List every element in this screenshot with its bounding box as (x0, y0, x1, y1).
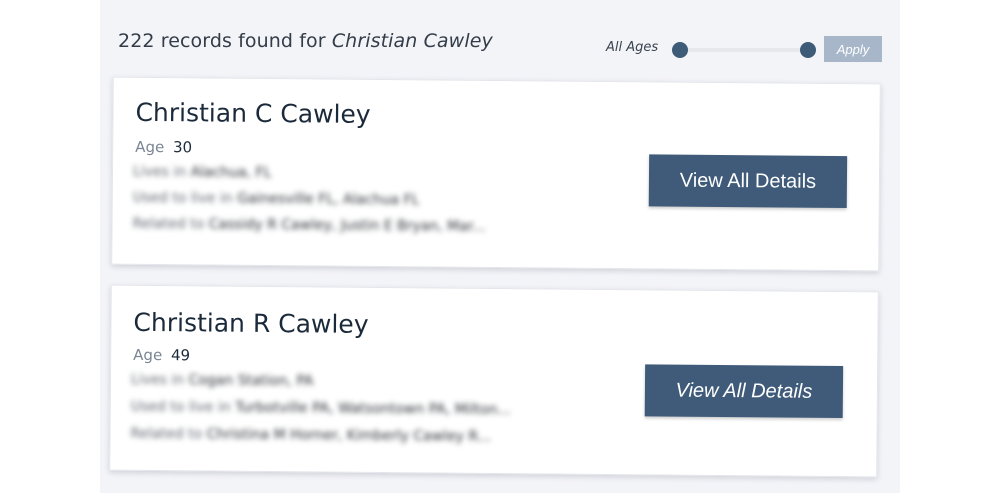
lives-in-line: Lives in Alachua, FL (133, 164, 272, 181)
lives-in-key: Lives in (130, 371, 185, 389)
used-to-live-line: Used to live in Turbotville PA, Watsonto… (131, 399, 511, 418)
used-to-live-key: Used to live in (130, 398, 231, 416)
lives-in-line: Lives in Cogan Station, PA (131, 372, 314, 390)
apply-button[interactable]: Apply (824, 36, 882, 62)
lives-in-key: Lives in (132, 163, 187, 181)
age-filter-label: All Ages (606, 40, 659, 55)
lives-in-value: Cogan Station, PA (188, 372, 314, 390)
age-key: Age (135, 137, 165, 157)
person-name[interactable]: Christian C Cawley (135, 98, 370, 129)
age-slider-track[interactable] (678, 48, 814, 52)
search-query: Christian Cawley (331, 30, 493, 52)
age-filter: All Ages Apply (606, 36, 886, 66)
age-row: Age 49 (133, 346, 190, 364)
used-to-live-key: Used to live in (132, 189, 233, 207)
related-to-key: Related to (132, 215, 205, 233)
age-slider-max-handle[interactable] (800, 42, 816, 58)
related-to-line: Related to Christina M Horner, Kimberly … (130, 426, 491, 445)
result-card: Christian R Cawley Age 49 Lives in Cogan… (109, 284, 879, 478)
related-to-value: Cassidy R Cawley, Justin E Bryan, Mar... (208, 216, 486, 235)
used-to-live-line: Used to live in Gainesville FL, Alachua … (133, 190, 420, 209)
age-slider-min-handle[interactable] (672, 42, 688, 58)
person-name[interactable]: Christian R Cawley (133, 308, 368, 339)
results-count: 222 records found for Christian Cawley (118, 30, 493, 52)
age-value: 49 (170, 346, 191, 365)
age-row: Age 30 (135, 138, 192, 156)
related-to-value: Christina M Horner, Kimberly Cawley R... (206, 426, 492, 445)
age-value: 30 (172, 138, 193, 157)
age-key: Age (133, 345, 163, 365)
view-all-details-button[interactable]: View All Details (648, 154, 848, 209)
related-to-line: Related to Cassidy R Cawley, Justin E Br… (132, 216, 485, 235)
lives-in-value: Alachua, FL (190, 164, 272, 182)
result-card: Christian C Cawley Age 30 Lives in Alach… (111, 76, 881, 272)
results-count-text: 222 records found for (118, 30, 326, 52)
view-all-details-button[interactable]: View All Details (644, 364, 844, 419)
used-to-live-value: Turbotville PA, Watsontown PA, Milton... (235, 399, 511, 419)
used-to-live-value: Gainesville FL, Alachua FL (237, 190, 420, 209)
related-to-key: Related to (130, 425, 203, 443)
